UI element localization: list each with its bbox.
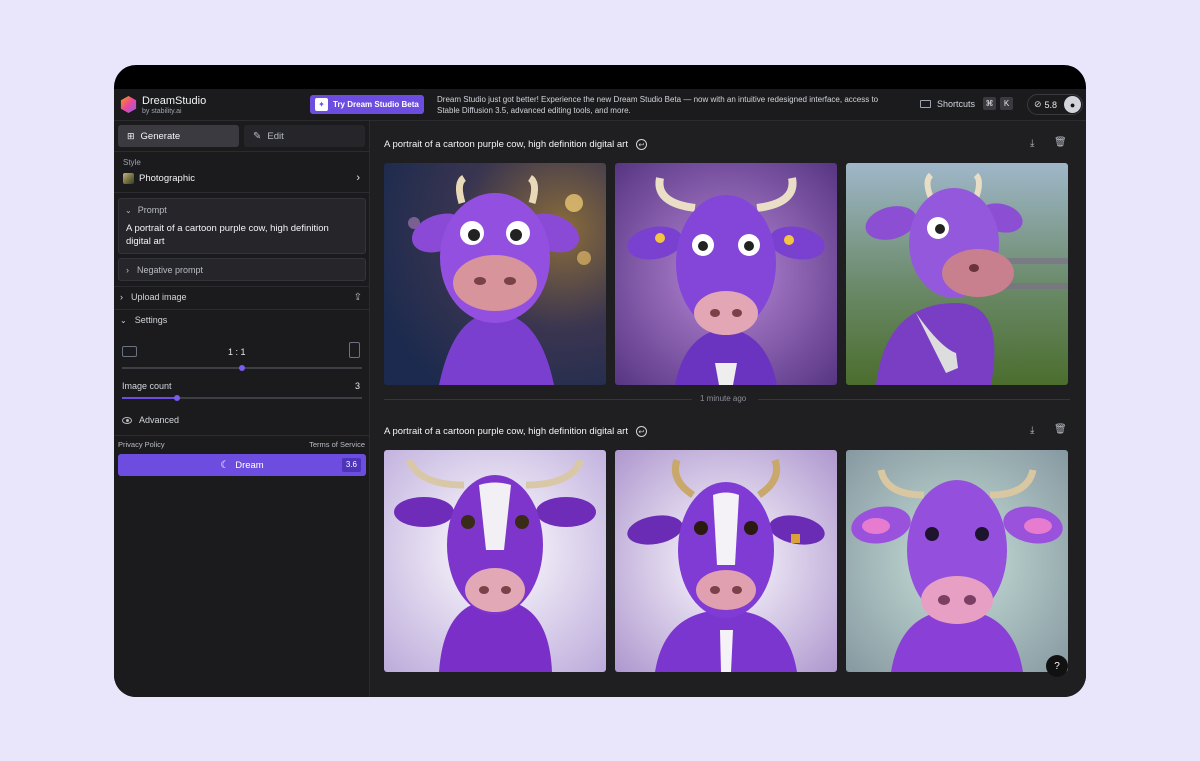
edit-icon: ✎ xyxy=(253,130,262,142)
dream-button[interactable]: ☾ Dream 3.6 xyxy=(118,454,366,476)
generated-image[interactable] xyxy=(615,163,837,385)
credits-icon: ⊘ xyxy=(1034,99,1042,109)
app-name: DreamStudio xyxy=(142,95,207,107)
aspect-ratio-slider-thumb[interactable] xyxy=(239,365,245,371)
generation-title: A portrait of a cartoon purple cow, high… xyxy=(384,426,647,437)
sidebar: ⊞ Generate ✎ Edit Style Photographic › ⌄… xyxy=(114,121,370,697)
tab-generate[interactable]: ⊞ Generate xyxy=(118,125,239,147)
image-grid xyxy=(384,163,1070,385)
cow-image xyxy=(384,163,606,385)
user-avatar[interactable]: ● xyxy=(1064,96,1082,113)
settings-label: Settings xyxy=(134,315,168,325)
shortcut-key-k: K xyxy=(1000,97,1014,110)
cow-image xyxy=(846,450,1068,672)
app-window: DreamStudio by stability.ai ✦ Try Dream … xyxy=(114,89,1086,697)
advanced-label: Advanced xyxy=(139,415,180,425)
credits-badge[interactable]: ⊘ 5.8 ● xyxy=(1027,94,1083,115)
announcement-text: Dream Studio just got better! Experience… xyxy=(437,95,879,115)
image-count-slider-fill xyxy=(122,397,178,399)
prompt-label: Prompt xyxy=(137,205,167,215)
chevron-right-icon: › xyxy=(356,172,360,184)
image-count-slider-thumb[interactable] xyxy=(174,395,181,401)
upload-image-label: Upload image xyxy=(131,292,187,302)
tab-edit[interactable]: ✎ Edit xyxy=(244,125,365,147)
device-frame: DreamStudio by stability.ai ✦ Try Dream … xyxy=(114,65,1086,697)
prompt-panel[interactable]: ⌄ Prompt A portrait of a cartoon purple … xyxy=(118,198,366,254)
separator-line xyxy=(758,399,1070,400)
download-icon[interactable]: ⤓ xyxy=(1030,138,1034,149)
advanced-toggle[interactable]: Advanced xyxy=(122,415,179,425)
eye-icon xyxy=(122,416,132,424)
cow-image xyxy=(615,163,837,385)
cow-image xyxy=(384,450,606,672)
generation-title: A portrait of a cartoon purple cow, high… xyxy=(384,139,647,150)
credits-value: 5.8 xyxy=(1044,99,1058,110)
main-gallery: A portrait of a cartoon purple cow, high… xyxy=(371,121,1086,697)
privacy-policy-link[interactable]: Privacy Policy xyxy=(118,440,165,449)
tab-edit-label: Edit xyxy=(267,130,284,142)
download-icon[interactable]: ⤓ xyxy=(1030,425,1034,436)
generated-image[interactable] xyxy=(384,450,606,672)
aspect-ratio-value: 1 : 1 xyxy=(228,347,246,357)
moon-icon: ☾ xyxy=(220,459,230,471)
image-count-slider[interactable] xyxy=(122,395,362,401)
top-bar: DreamStudio by stability.ai ✦ Try Dream … xyxy=(114,89,1086,121)
prompt-header: ⌄ Prompt xyxy=(125,205,167,215)
time-separator: 1 minute ago xyxy=(384,394,1070,405)
generation-prompt: A portrait of a cartoon purple cow, high… xyxy=(384,139,628,150)
style-label: Style xyxy=(123,158,141,167)
negative-prompt-label: Negative prompt xyxy=(137,264,204,275)
generated-image[interactable] xyxy=(846,163,1068,385)
aspect-ratio-slider[interactable] xyxy=(122,365,362,371)
reuse-prompt-icon[interactable]: ↩ xyxy=(635,426,647,437)
dreamstudio-logo-icon xyxy=(120,95,137,114)
try-beta-label: Try Dream Studio Beta xyxy=(333,100,419,109)
image-grid xyxy=(384,450,1070,672)
reuse-prompt-icon[interactable]: ↩ xyxy=(635,139,647,150)
generated-image[interactable] xyxy=(846,450,1068,672)
style-thumbnail xyxy=(123,172,134,184)
dream-cost-badge: 3.6 xyxy=(341,458,361,472)
try-beta-button[interactable]: ✦ Try Dream Studio Beta xyxy=(310,95,424,114)
shortcut-key-cmd: ⌘ xyxy=(983,97,997,110)
beta-logo-icon: ✦ xyxy=(315,98,328,111)
dream-label: Dream xyxy=(235,459,264,471)
portrait-icon[interactable] xyxy=(349,342,360,358)
divider xyxy=(114,435,370,436)
help-button[interactable]: ? xyxy=(1046,655,1068,677)
separator-line xyxy=(384,399,692,400)
shortcuts-button[interactable]: Shortcuts ⌘ K xyxy=(920,97,1014,110)
grid-icon: ⊞ xyxy=(127,130,135,141)
tab-generate-label: Generate xyxy=(140,130,181,142)
chevron-down-icon: ⌄ xyxy=(125,205,132,215)
aspect-ratio-control: 1 : 1 xyxy=(122,341,360,363)
landscape-icon[interactable] xyxy=(122,346,137,357)
shortcuts-label: Shortcuts xyxy=(937,98,976,109)
chevron-down-icon: ⌄ xyxy=(120,315,127,325)
divider xyxy=(114,192,370,193)
generated-image[interactable] xyxy=(615,450,837,672)
cow-image xyxy=(615,450,837,672)
cow-image xyxy=(846,163,1068,385)
prompt-input[interactable]: A portrait of a cartoon purple cow, high… xyxy=(126,222,356,248)
upload-icon[interactable]: ⇪ xyxy=(354,292,362,303)
terms-of-service-link[interactable]: Terms of Service xyxy=(309,440,365,449)
chevron-right-icon: › xyxy=(120,292,123,302)
trash-icon[interactable]: 🗑 xyxy=(1054,424,1067,435)
style-selector[interactable]: Photographic › xyxy=(118,169,366,187)
image-count-label: Image count xyxy=(122,381,172,391)
divider xyxy=(114,151,370,152)
keyboard-icon xyxy=(920,99,931,108)
trash-icon[interactable]: 🗑 xyxy=(1054,137,1067,148)
style-value: Photographic xyxy=(139,172,195,184)
chevron-right-icon: › xyxy=(126,264,129,275)
separator-time: 1 minute ago xyxy=(700,394,747,403)
upload-image-row[interactable]: › Upload image ⇪ xyxy=(114,287,370,307)
image-count-value: 3 xyxy=(354,381,360,391)
settings-row[interactable]: ⌄ Settings xyxy=(114,310,370,330)
app-subtitle: by stability.ai xyxy=(142,108,182,115)
negative-prompt-toggle[interactable]: › Negative prompt xyxy=(118,258,366,281)
generation-prompt: A portrait of a cartoon purple cow, high… xyxy=(384,426,628,437)
generated-image[interactable] xyxy=(384,163,606,385)
